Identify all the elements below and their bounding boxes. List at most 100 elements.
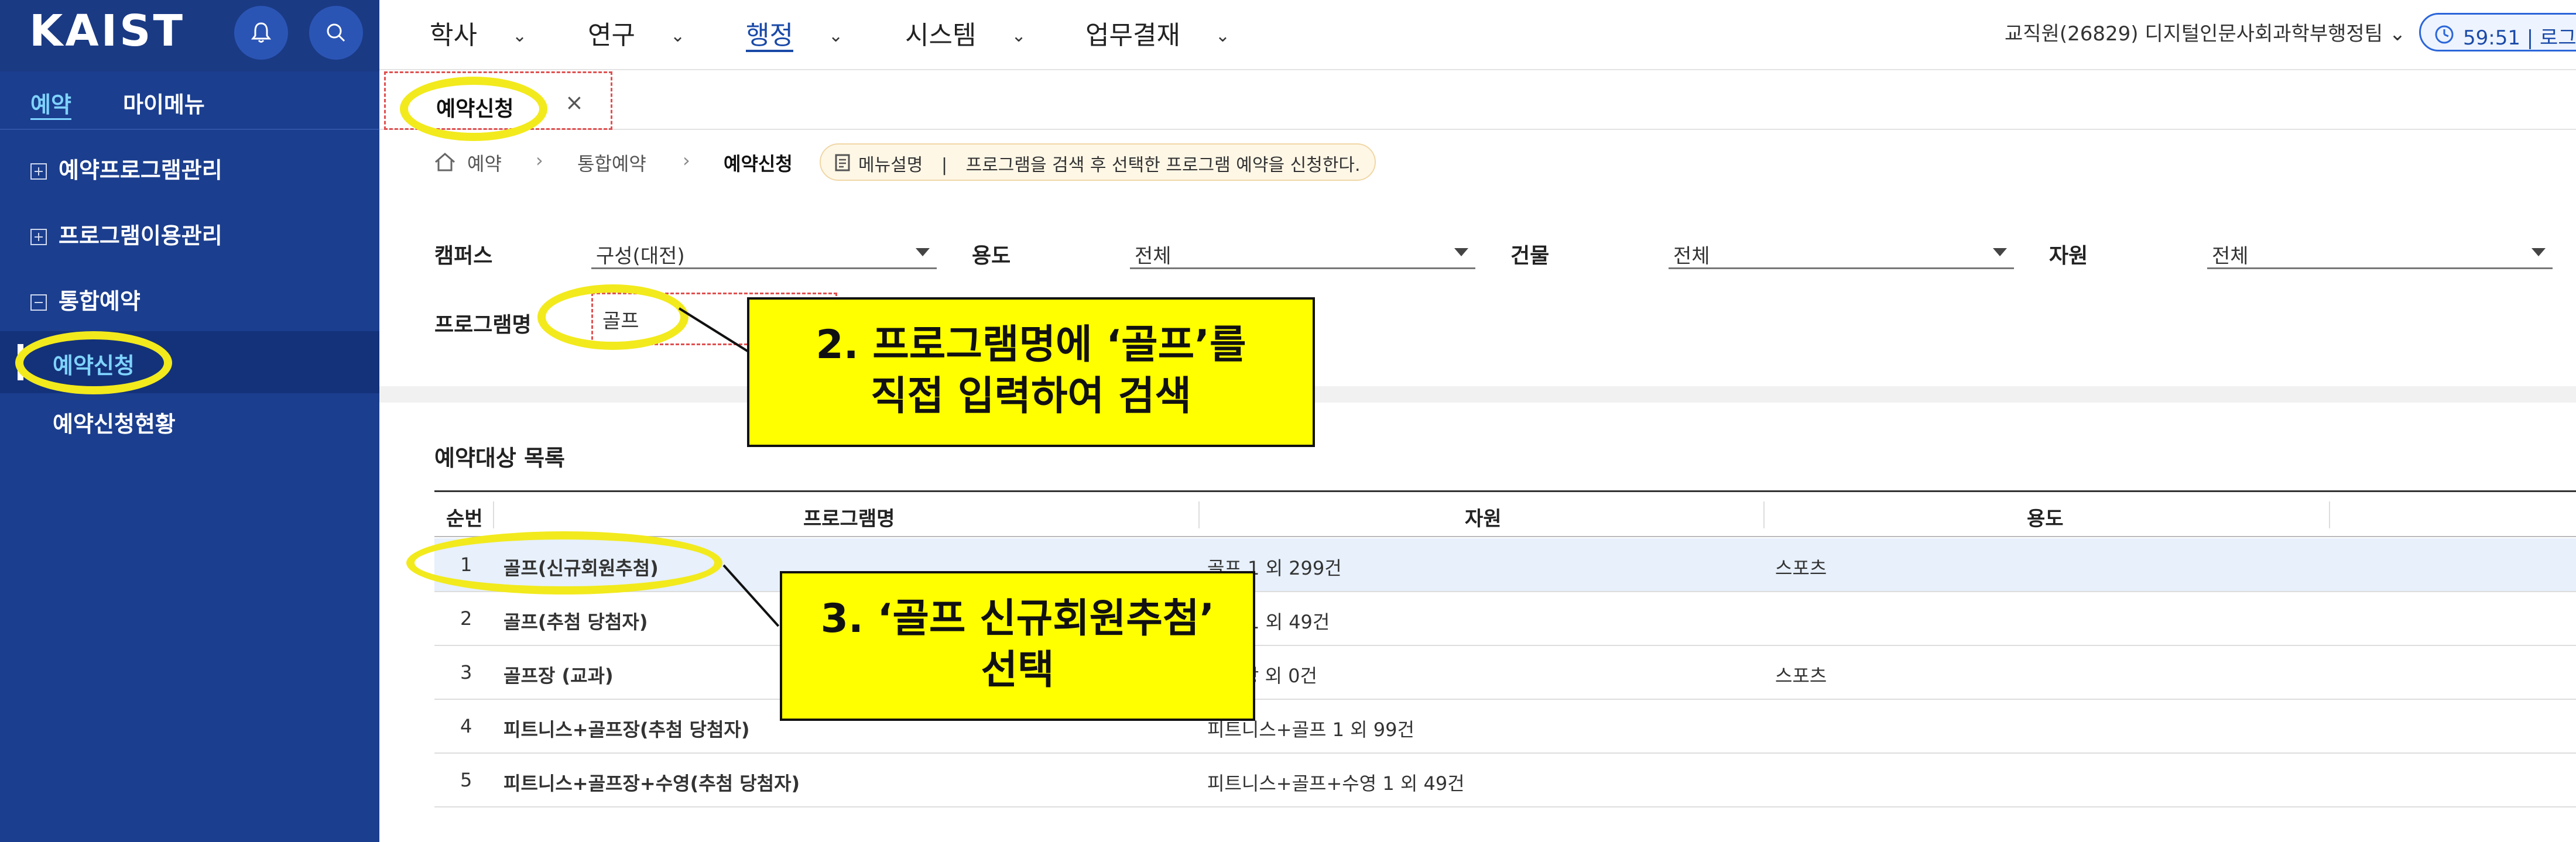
table-row[interactable]: 3 골프장 (교과) 골프장 외 0건 스포츠 (434, 646, 2576, 700)
column-divider (1763, 501, 1765, 528)
usage-select[interactable]: 전체 (1130, 234, 1475, 269)
bell-icon (251, 22, 272, 43)
breadcrumb-item[interactable]: 예약 (467, 149, 502, 176)
nav-label: 연구 (588, 20, 635, 50)
row-no: 4 (460, 715, 472, 737)
chevron-down-icon: ⌄ (670, 26, 686, 46)
select-value: 전체 (1135, 245, 1171, 268)
breadcrumb-item[interactable]: 통합예약 (577, 149, 646, 176)
nav-label: 학사 (430, 20, 477, 50)
usage-label: 용도 (972, 244, 1011, 268)
collapse-icon (30, 294, 47, 311)
row-program-name: 피트니스+골프장+수영(추첨 당첨자) (503, 772, 800, 795)
resource-label: 자원 (2049, 244, 2088, 268)
top-navigation: 학사 ⌄ 연구 ⌄ 행정 ⌄ 시스템 ⌄ 업무결재 ⌄ 교직원(26829) 디지털인문사… (379, 0, 2576, 70)
row-no: 2 (460, 607, 472, 630)
nav-label: 시스템 (905, 20, 977, 50)
chevron-down-icon: ⌄ (1011, 26, 1026, 46)
sidebar: KAIST 예약 마이메뉴 예약프로그램관리 프로그램이용관리 통합예약 예약신… (0, 0, 379, 842)
sidebar-item-program-usage[interactable]: 프로그램이용관리 (30, 218, 222, 250)
column-header-no: 순번 (446, 507, 483, 531)
column-divider (1198, 501, 1200, 528)
row-usage: 스포츠 (1775, 665, 1827, 687)
sidebar-item-integrated-reservation[interactable]: 통합예약 (30, 283, 141, 315)
highlight-ring (400, 77, 547, 141)
sidebar-subitem-apply[interactable]: 예약신청 (0, 331, 379, 394)
column-header-resource[interactable]: 자원 (1465, 503, 1502, 531)
breadcrumb-separator: › (536, 149, 543, 171)
sidebar-subitem-status[interactable]: 예약신청현황 (53, 406, 176, 438)
expand-icon (30, 229, 47, 245)
menu-description: 메뉴설명 | 프로그램을 검색 후 선택한 프로그램 예약을 신청한다. (820, 143, 1376, 181)
search-button[interactable] (309, 6, 363, 60)
sidebar-tab-mymenu[interactable]: 마이메뉴 (123, 87, 205, 119)
row-program-name: 골프장 (교과) (503, 665, 614, 687)
program-name-label: 프로그램명 (434, 313, 532, 337)
nav-label: 행정 (746, 20, 793, 50)
campus-label: 캠퍼스 (434, 244, 493, 268)
nav-research[interactable]: 연구 ⌄ (588, 14, 685, 51)
close-icon[interactable]: × (565, 90, 584, 115)
menu-description-label: 메뉴설명 (858, 155, 923, 176)
row-program-name: 피트니스+골프장(추첨 당첨자) (503, 719, 750, 741)
dropdown-arrow-icon (2532, 248, 2546, 256)
home-icon[interactable] (433, 152, 457, 173)
search-icon (327, 23, 345, 42)
callout-line: 3. ‘골프 신규회원추첨’ (820, 596, 1215, 642)
sidebar-tab-reserve[interactable]: 예약 (30, 87, 71, 119)
sidebar-item-label: 프로그램이용관리 (59, 223, 222, 249)
building-label: 건물 (1510, 244, 1550, 268)
session-timer[interactable]: 59:51 | 로그 (2419, 13, 2576, 51)
breadcrumb-current: 예약신청 (724, 153, 793, 175)
user-menu[interactable]: 교직원(26829) 디지털인문사회과학부행정팀 ⌄ (2005, 18, 2406, 46)
timer-text: 59:51 | 로그 (2463, 26, 2576, 50)
column-divider (2329, 501, 2330, 528)
chevron-down-icon: ⌄ (828, 26, 844, 46)
table-row[interactable]: 5 피트니스+골프장+수영(추첨 당첨자) 피트니스+골프+수영 1 외 49건 (434, 754, 2576, 807)
chevron-down-icon: ⌄ (1215, 26, 1231, 46)
select-value: 구성(대전) (596, 245, 685, 268)
list-title: 예약대상 목록 (434, 445, 565, 471)
row-no: 3 (460, 661, 472, 683)
nav-academic[interactable]: 학사 ⌄ (430, 14, 527, 51)
nav-label: 업무결재 (1085, 20, 1180, 50)
menu-description-text: 프로그램을 검색 후 선택한 프로그램 예약을 신청한다. (965, 155, 1361, 176)
table-row[interactable]: 1 골프(신규회원추첨) 골프 1 외 299건 스포츠 (434, 538, 2576, 592)
dropdown-arrow-icon (916, 248, 930, 256)
clock-icon (2435, 25, 2454, 44)
user-name: 교직원(26829) 디지털인문사회과학부행정팀 (2005, 22, 2383, 46)
building-select[interactable]: 전체 (1669, 234, 2014, 269)
nav-system[interactable]: 시스템 ⌄ (905, 14, 1026, 51)
section-divider (379, 386, 2576, 403)
notification-button[interactable] (234, 6, 288, 60)
column-header-usage[interactable]: 용도 (2027, 503, 2064, 531)
tab-reservation-apply[interactable]: 예약신청 × (384, 71, 612, 141)
highlight-ring (537, 284, 688, 350)
column-header-program[interactable]: 프로그램명 (803, 503, 895, 531)
highlight-ring (406, 531, 722, 594)
row-no: 5 (460, 769, 472, 791)
sidebar-item-label: 예약프로그램관리 (59, 157, 222, 183)
sidebar-tabs: 예약 마이메뉴 (0, 71, 379, 130)
campus-select[interactable]: 구성(대전) (591, 234, 937, 269)
dropdown-arrow-icon (1993, 248, 2007, 256)
chevron-down-icon: ⌄ (512, 26, 527, 46)
table-row[interactable]: 4 피트니스+골프장(추첨 당첨자) 피트니스+골프 1 외 99건 (434, 700, 2576, 754)
column-divider (493, 501, 494, 528)
nav-administration[interactable]: 행정 ⌄ (746, 14, 843, 51)
breadcrumb-separator: › (683, 149, 690, 171)
instruction-callout-step-2: 2. 프로그램명에 ‘골프’를 직접 입력하여 검색 (747, 297, 1315, 447)
document-icon (835, 154, 850, 171)
select-value: 전체 (1673, 245, 1710, 268)
expand-icon (30, 163, 47, 180)
instruction-callout-step-3: 3. ‘골프 신규회원추첨’ 선택 (780, 571, 1255, 721)
sidebar-item-program-management[interactable]: 예약프로그램관리 (30, 152, 222, 184)
resource-select[interactable]: 전체 (2207, 234, 2553, 269)
kaist-logo[interactable]: KAIST (29, 5, 185, 57)
nav-approval[interactable]: 업무결재 ⌄ (1085, 14, 1230, 51)
chevron-down-icon: ⌄ (2389, 22, 2406, 46)
row-program-name: 골프(추첨 당첨자) (503, 611, 648, 633)
callout-line: 선택 (981, 647, 1054, 693)
callout-line: 2. 프로그램명에 ‘골프’를 (816, 322, 1246, 368)
content-tabs: 예약신청 × (379, 71, 2576, 141)
